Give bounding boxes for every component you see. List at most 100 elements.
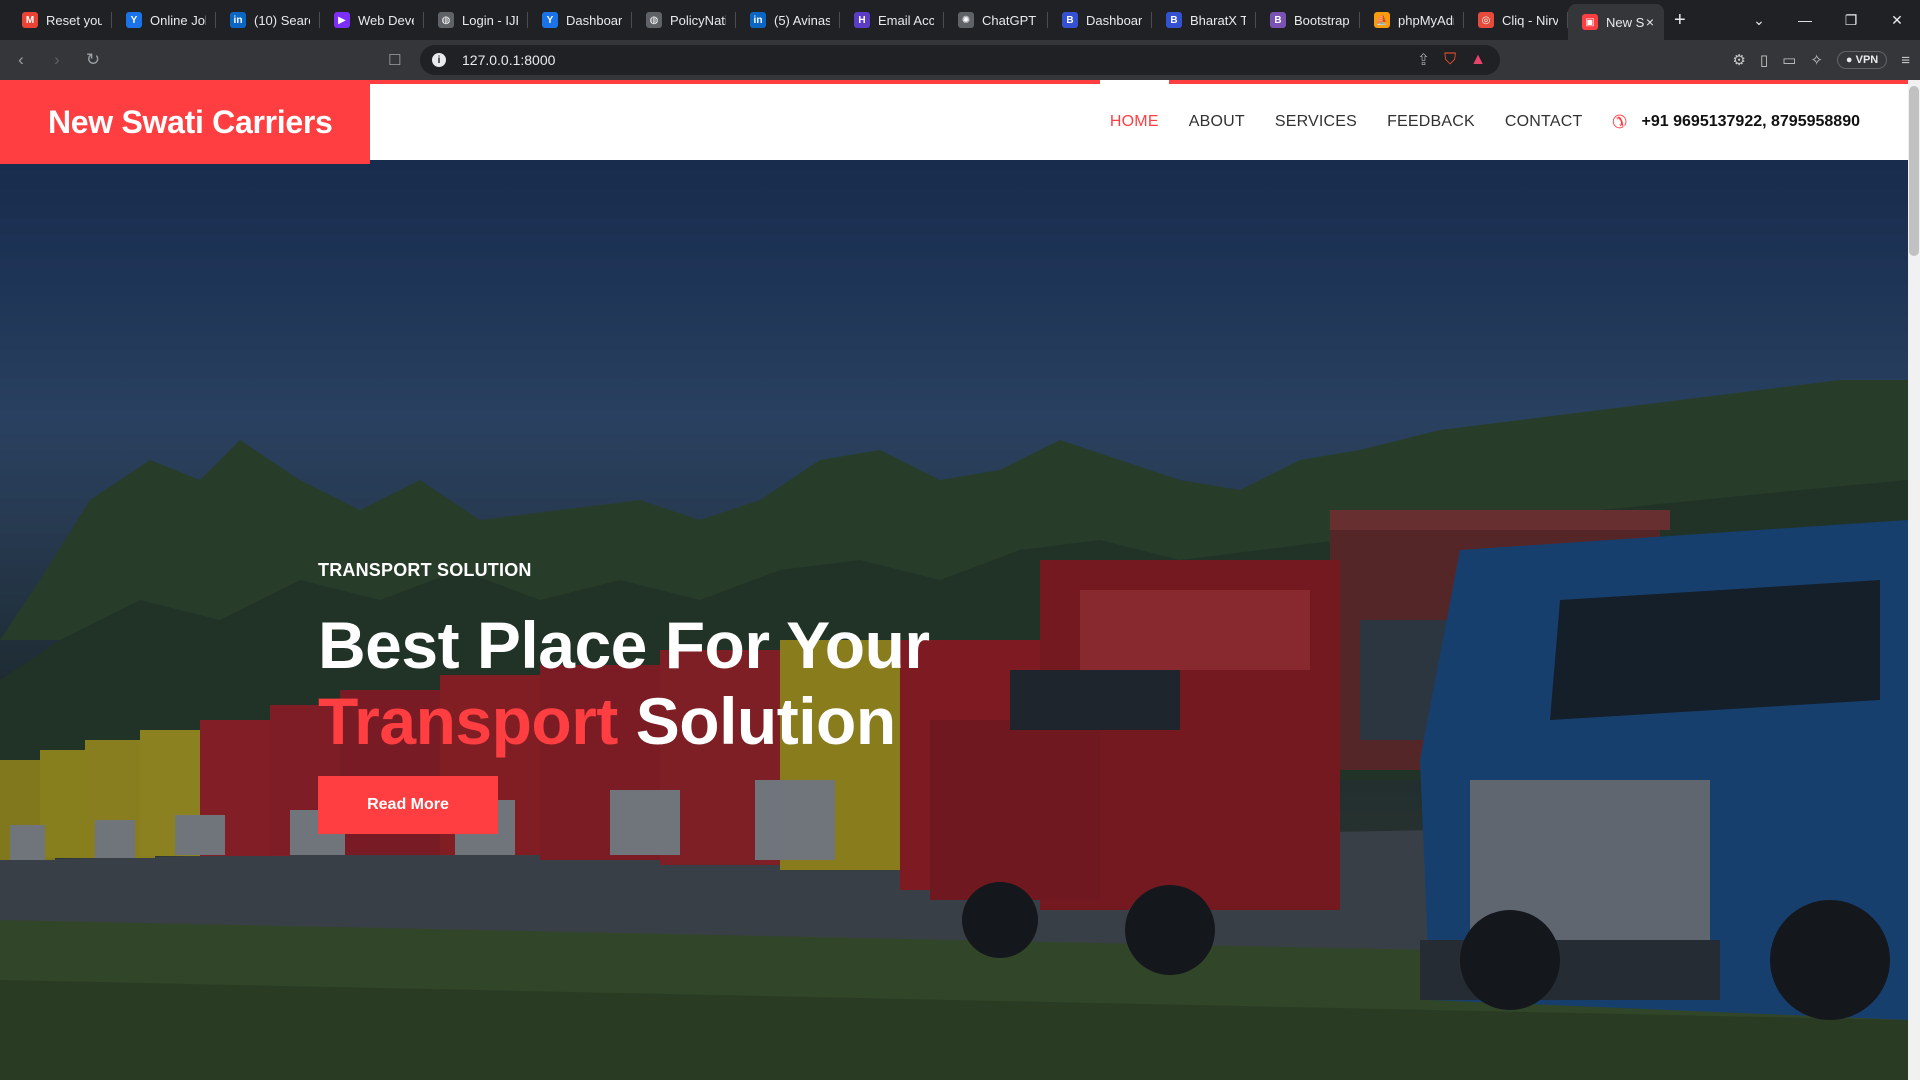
vpn-label: VPN (1855, 54, 1879, 66)
browser-tab[interactable]: M Reset your (8, 0, 112, 40)
hero-kicker: TRANSPORT SOLUTION (318, 560, 532, 580)
nav-home[interactable]: HOME (1099, 80, 1169, 131)
close-window-icon[interactable]: ✕ (1874, 12, 1920, 29)
b-logo-icon: B (1166, 12, 1182, 28)
browser-tab[interactable]: ◎ Cliq - Nirv (1464, 0, 1568, 40)
browser-tab[interactable]: ◍ PolicyNatio (632, 0, 736, 40)
read-more-button[interactable]: Read More (318, 776, 498, 834)
browser-tab[interactable]: B BharatX Te (1152, 0, 1256, 40)
browser-tab[interactable]: in (10) Search (216, 0, 320, 40)
headline-accent: Transport (318, 684, 618, 758)
restore-icon[interactable]: ❐ (1828, 12, 1874, 29)
browser-tab[interactable]: ▶ Web Deve (320, 0, 424, 40)
globe-icon: ◍ (438, 12, 454, 28)
tab-label: Dashboard (566, 12, 622, 28)
vpn-button[interactable]: ● VPN (1836, 51, 1888, 69)
tab-label: phpMyAdm (1398, 12, 1454, 28)
wallet-icon[interactable]: ▭ (1782, 51, 1796, 69)
tab-search-icon[interactable]: ⌄ (1736, 12, 1782, 29)
y-logo-icon: Y (542, 12, 558, 28)
site-header: New Swati Carriers HOME ABOUT SERVICES F… (0, 80, 1908, 164)
tab-label: (10) Search (254, 12, 310, 28)
browser-tab[interactable]: ✺ ChatGPT (944, 0, 1048, 40)
bootstrap-icon: B (1270, 12, 1286, 28)
browser-toolbar: ‹ › ↻ ☐ i 127.0.0.1:8000 ⇪ ⛉ ▲ ⚙ ▯ ▭ ✧ ●… (0, 40, 1920, 80)
browser-tab[interactable]: ◍ Login - IJP (424, 0, 528, 40)
nav-services[interactable]: SERVICES (1275, 113, 1357, 131)
window-controls: ⌄ — ❐ ✕ (1736, 0, 1920, 40)
browser-tab[interactable]: Y Dashboard (528, 0, 632, 40)
forward-icon[interactable]: › (42, 45, 72, 75)
tab-label: BharatX Te (1190, 12, 1246, 28)
page-scrollbar[interactable] (1908, 80, 1920, 1080)
tab-label: ChatGPT (982, 12, 1037, 28)
site-info-icon[interactable]: i (432, 53, 446, 67)
phone-numbers: +91 9695137922, 8795958890 (1641, 113, 1860, 130)
b-logo-icon: B (1062, 12, 1078, 28)
new-tab-button[interactable]: + (1674, 9, 1686, 32)
tab-label: Bootstrap (1294, 12, 1350, 28)
browser-tab[interactable]: ⛵ phpMyAdm (1360, 0, 1464, 40)
browser-tab[interactable]: B Bootstrap (1256, 0, 1360, 40)
headline-line-2: Transport Solution (318, 683, 930, 759)
browser-tab[interactable]: H Email Acco (840, 0, 944, 40)
browser-tab[interactable]: in (5) Avinash (736, 0, 840, 40)
minimize-icon[interactable]: — (1782, 12, 1828, 28)
linkedin-icon: in (230, 12, 246, 28)
hero-headline: Best Place For Your Transport Solution (318, 607, 930, 759)
brave-rewards-icon[interactable]: ▲ (1470, 51, 1486, 69)
menu-icon[interactable]: ≡ (1901, 52, 1910, 69)
address-bar[interactable]: i 127.0.0.1:8000 ⇪ ⛉ ▲ (420, 45, 1500, 75)
browser-tab[interactable]: B Dashboard (1048, 0, 1152, 40)
tab-label: Email Acco (878, 12, 934, 28)
nav-about[interactable]: ABOUT (1189, 113, 1245, 131)
hero-section: TRANSPORT SOLUTION Best Place For Your T… (0, 80, 1908, 1080)
tab-label: Online Job (150, 12, 206, 28)
brave-shield-icon[interactable]: ⛉ (1444, 51, 1456, 69)
y-logo-icon: Y (126, 12, 142, 28)
scrollbar-thumb[interactable] (1909, 86, 1919, 256)
tab-active[interactable]: ▣ New S × (1568, 4, 1664, 40)
header-phone[interactable]: ✆ +91 9695137922, 8795958890 (1612, 112, 1860, 133)
site-icon: ▣ (1582, 14, 1598, 30)
headline-rest: Solution (617, 684, 896, 758)
linkedin-icon: in (750, 12, 766, 28)
headline-line-1: Best Place For Your (318, 608, 930, 682)
hero-content: TRANSPORT SOLUTION Best Place For Your T… (318, 560, 930, 834)
bookmark-icon[interactable]: ☐ (388, 51, 401, 69)
phpmyadmin-icon: ⛵ (1374, 12, 1390, 28)
brand-name: New Swati Carriers (48, 103, 333, 140)
tab-label: Web Deve (358, 12, 414, 28)
tab-label: PolicyNatio (670, 12, 726, 28)
leo-ai-icon[interactable]: ✧ (1810, 51, 1823, 69)
cliq-icon: ◎ (1478, 12, 1494, 28)
nav-feedback[interactable]: FEEDBACK (1387, 113, 1475, 131)
chatgpt-icon: ✺ (958, 12, 974, 28)
browser-extensions: ⚙ ▯ ▭ ✧ ● VPN ≡ (1732, 45, 1910, 75)
tab-list: M Reset your Y Online Job in (10) Search ▶ Web … (0, 0, 1568, 40)
tab-label: New S (1606, 14, 1645, 30)
tab-label: Dashboard (1086, 12, 1142, 28)
gmail-icon: M (22, 12, 38, 28)
browser-tab-strip: M Reset your Y Online Job in (10) Search ▶ Web … (0, 0, 1920, 40)
phone-icon: ✆ (1612, 111, 1628, 132)
webpage: TRANSPORT SOLUTION Best Place For Your T… (0, 80, 1920, 1080)
close-tab-icon[interactable]: × (1646, 14, 1654, 30)
sidebar-icon[interactable]: ▯ (1760, 51, 1768, 69)
address-bar-actions: ⇪ ⛉ ▲ (1417, 50, 1500, 70)
tab-label: (5) Avinash (774, 12, 830, 28)
tab-label: Cliq - Nirv (1502, 12, 1558, 28)
brand-logo[interactable]: New Swati Carriers (0, 80, 370, 164)
nav-contact[interactable]: CONTACT (1505, 113, 1583, 131)
reload-icon[interactable]: ↻ (78, 45, 108, 75)
hero-dark-overlay (0, 80, 1908, 1080)
extensions-icon[interactable]: ⚙ (1732, 51, 1745, 69)
url-text[interactable]: 127.0.0.1:8000 (462, 52, 555, 68)
tab-label: Reset your (46, 12, 102, 28)
back-icon[interactable]: ‹ (6, 45, 36, 75)
browser-tab[interactable]: Y Online Job (112, 0, 216, 40)
globe-icon: ◍ (646, 12, 662, 28)
share-icon[interactable]: ⇪ (1417, 50, 1430, 70)
play-arrow-icon: ▶ (334, 12, 350, 28)
tab-label: Login - IJP (462, 12, 518, 28)
